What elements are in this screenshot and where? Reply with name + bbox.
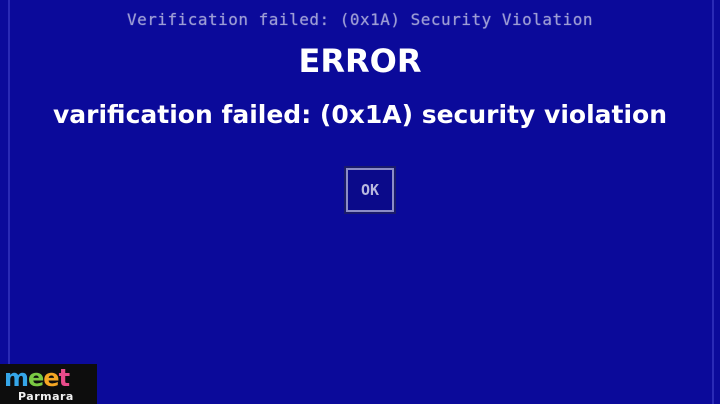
bios-dialog-title: Verification failed: (0x1A) Security Vio… — [126, 10, 594, 29]
logo-letter: e — [43, 364, 59, 392]
logo-subtitle: Parmara — [18, 390, 74, 403]
logo-letter: t — [58, 364, 71, 392]
ok-button[interactable]: OK — [344, 166, 396, 214]
logo-letter: e — [28, 364, 44, 392]
bios-error-screen: Verification failed: (0x1A) Security Vio… — [0, 0, 720, 404]
error-message: varification failed: (0x1A) security vio… — [52, 100, 667, 129]
watermark-logo: meet Parmara — [0, 364, 97, 404]
logo-wordmark: meet — [4, 365, 93, 391]
logo-letter: m — [4, 364, 29, 392]
error-heading: ERROR — [298, 42, 422, 80]
